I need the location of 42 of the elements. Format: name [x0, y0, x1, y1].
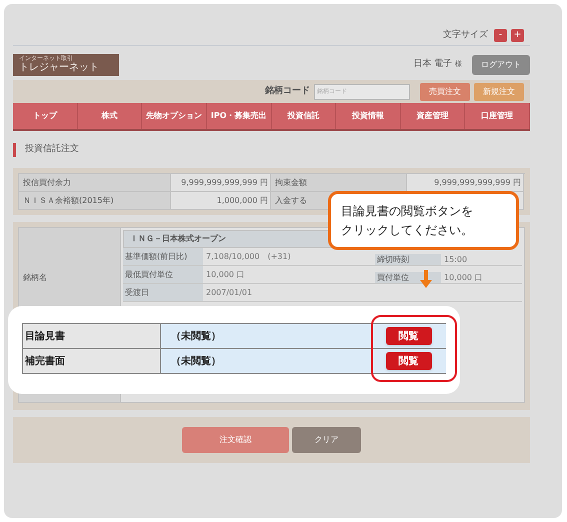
nav-tab[interactable]: 投資情報	[336, 103, 401, 129]
nav-tab[interactable]: 先物オプション	[142, 103, 207, 129]
table-cell: 拘束金額	[271, 174, 407, 192]
table-cell: 9,999,999,999,999 円	[171, 174, 271, 192]
font-increase-button[interactable]: +	[511, 29, 524, 42]
table-cell: 目論見書	[23, 324, 161, 348]
table-cell: 基準価額(前日比)	[123, 248, 203, 265]
order-confirm-button[interactable]: 注文確認	[182, 427, 289, 453]
font-decrease-button[interactable]: -	[494, 29, 507, 42]
table-cell-text: 2007/01/01	[205, 286, 254, 298]
logout-button[interactable]: ログアウト	[472, 55, 530, 75]
font-size-label: 文字サイズ	[443, 28, 488, 42]
instruction-callout: 目論見書の閲覧ボタンを クリックしてください。	[328, 191, 519, 250]
table-cell: 最低買付単位	[123, 266, 203, 283]
nav-tab[interactable]: 資産管理	[400, 103, 466, 129]
clear-button[interactable]: クリア	[292, 427, 361, 453]
table-cell: 補完書面	[23, 349, 161, 373]
trade-order-button[interactable]: 売買注文	[420, 82, 470, 100]
table-cell: ＮＩＳＡ余裕額(2015年)	[19, 192, 171, 210]
down-arrow-icon	[420, 270, 432, 288]
table-cell-text: 10,000 口	[205, 268, 246, 280]
table-cell: 受渡日	[123, 284, 203, 301]
table-cell-text: 7,108/10,000 (+31)	[205, 250, 292, 262]
table-cell: 買付単位	[375, 272, 441, 283]
nav-tab[interactable]: トップ	[13, 103, 78, 129]
table-cell: 投信買付余力	[19, 174, 171, 192]
nav-tab[interactable]: 投資信託	[272, 103, 336, 129]
new-order-button[interactable]: 新規注文	[474, 82, 524, 100]
page-title: 投資信託注文	[25, 143, 79, 156]
view-button[interactable]: 閲覧	[386, 327, 432, 345]
search-label: 銘柄コード	[265, 84, 310, 98]
view-button[interactable]: 閲覧	[386, 352, 432, 370]
table-cell-text: 15:00	[443, 254, 468, 265]
nav-tab[interactable]: 株式	[78, 103, 142, 129]
nav-tab[interactable]: IPO・募集売出	[206, 103, 272, 129]
nav-tab[interactable]: 口座管理	[465, 103, 530, 129]
table-cell-text: 10,000 口	[443, 272, 484, 283]
table-cell: 1,000,000 円	[171, 192, 271, 210]
table-cell: （未閲覧）	[161, 324, 371, 348]
table-cell: （未閲覧）	[161, 349, 371, 373]
table-cell: 締切時刻	[375, 254, 441, 265]
table-cell: 9,999,999,999,999 円	[407, 174, 524, 192]
